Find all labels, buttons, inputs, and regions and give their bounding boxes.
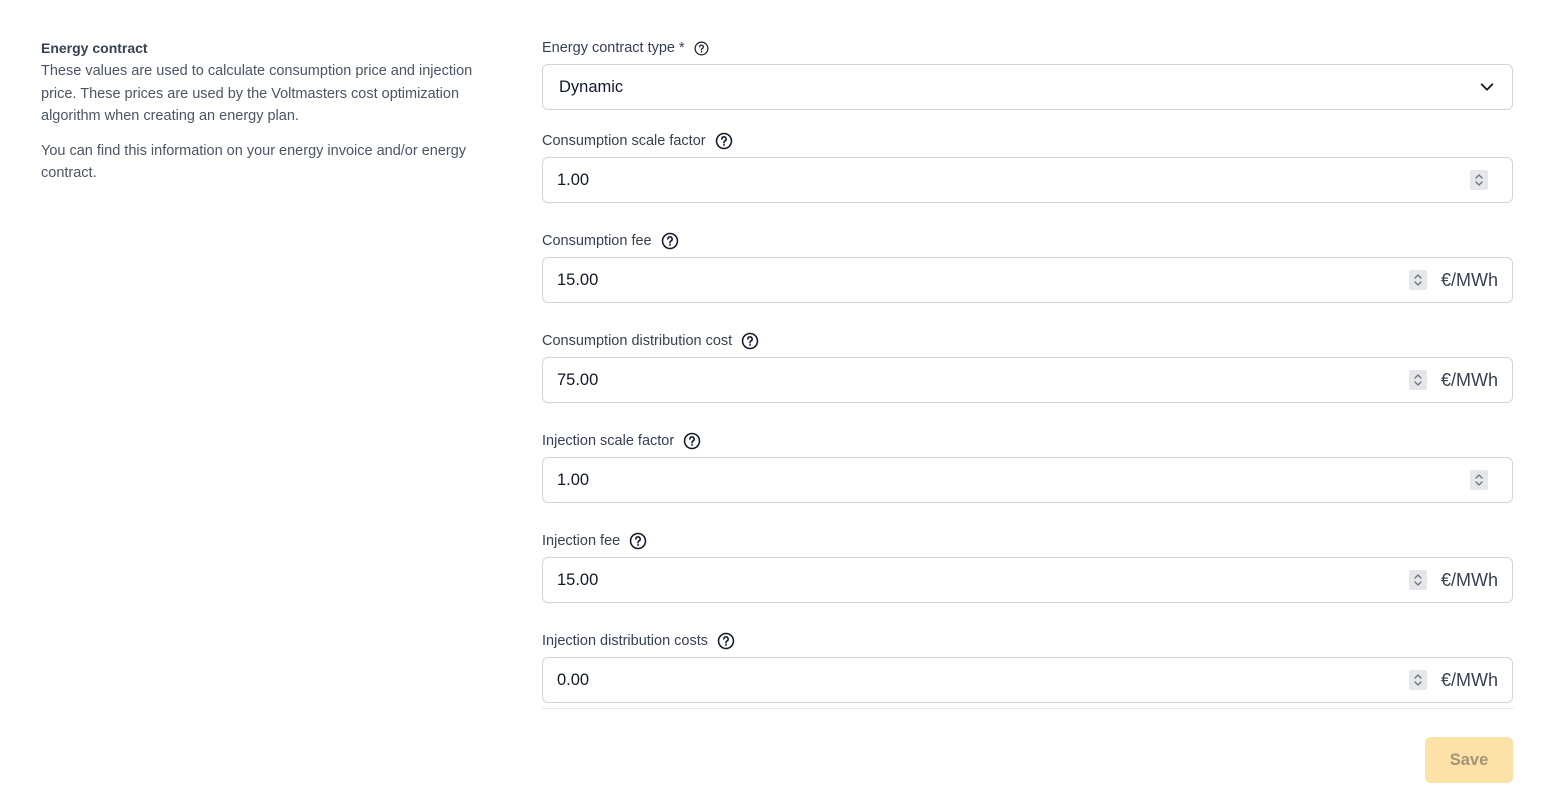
number-field: Injection fee €/MWh <box>542 531 1513 603</box>
stepper-icon[interactable] <box>1408 570 1427 590</box>
number-input[interactable] <box>557 658 1401 702</box>
number-input[interactable] <box>557 458 1462 502</box>
number-input-box: €/MWh <box>542 657 1513 703</box>
help-icon[interactable] <box>741 332 759 350</box>
field-label: Consumption distribution cost <box>542 333 733 349</box>
stepper-icon[interactable] <box>1470 470 1488 490</box>
help-icon[interactable] <box>661 232 679 250</box>
help-icon[interactable] <box>715 132 733 150</box>
contract-type-value: Dynamic <box>559 77 624 96</box>
field-label: Consumption fee <box>542 233 652 249</box>
stepper-icon[interactable] <box>1408 670 1427 690</box>
help-icon[interactable] <box>694 41 709 56</box>
contract-type-field: Energy contract type * Dynamic <box>542 38 1513 110</box>
unit-label: €/MWh <box>1440 669 1498 690</box>
number-input[interactable] <box>557 158 1462 202</box>
section-hint: You can find this information on your en… <box>41 142 467 182</box>
section-info: Energy contract These values are used to… <box>41 38 496 197</box>
field-label: Injection distribution costs <box>542 633 709 649</box>
contract-type-label: Energy contract type * <box>542 40 685 56</box>
unit-label: €/MWh <box>1440 369 1498 390</box>
help-icon[interactable] <box>683 432 701 450</box>
number-input-box: €/MWh <box>542 357 1513 403</box>
form-divider <box>542 708 1513 709</box>
stepper-icon[interactable] <box>1408 270 1427 290</box>
number-field: Injection scale factor <box>542 431 1513 503</box>
field-label: Injection fee <box>542 533 621 549</box>
chevron-down-icon <box>1480 83 1494 91</box>
help-icon[interactable] <box>629 532 647 550</box>
unit-label: €/MWh <box>1440 569 1498 590</box>
number-input-box <box>542 157 1513 203</box>
number-input-box: €/MWh <box>542 257 1513 303</box>
number-input[interactable] <box>557 558 1401 602</box>
number-input[interactable] <box>557 258 1401 302</box>
contract-type-select[interactable]: Dynamic <box>542 64 1513 110</box>
number-input-box <box>542 457 1513 503</box>
unit-label: €/MWh <box>1440 269 1498 290</box>
help-icon[interactable] <box>717 632 735 650</box>
stepper-icon[interactable] <box>1470 170 1488 190</box>
energy-contract-form: Energy contract type * Dynamic Consumpti… <box>542 38 1513 703</box>
number-field: Consumption distribution cost €/MWh <box>542 331 1513 403</box>
stepper-icon[interactable] <box>1408 370 1427 390</box>
number-input[interactable] <box>557 358 1401 402</box>
section-title: Energy contract <box>41 40 148 56</box>
number-input-box: €/MWh <box>542 557 1513 603</box>
number-field: Consumption fee €/MWh <box>542 231 1513 303</box>
field-label: Consumption scale factor <box>542 133 706 149</box>
field-label: Injection scale factor <box>542 433 675 449</box>
section-description: These values are used to calculate consu… <box>41 63 473 124</box>
save-button[interactable]: Save <box>1425 737 1513 783</box>
number-field: Injection distribution costs €/MWh <box>542 631 1513 703</box>
number-field: Consumption scale factor <box>542 131 1513 203</box>
